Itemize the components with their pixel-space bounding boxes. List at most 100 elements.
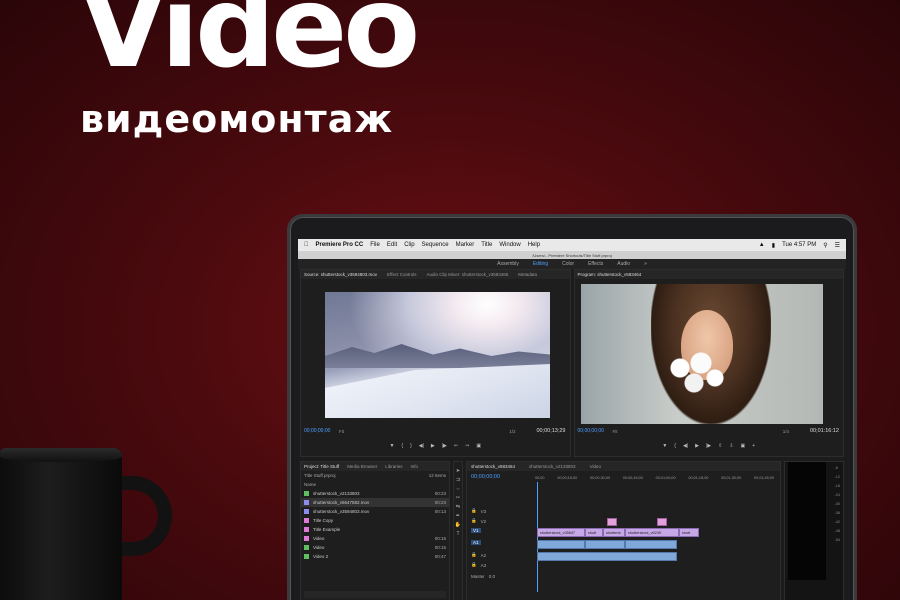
video-clip[interactable]: shutt [679,528,699,537]
program-zoom-select[interactable]: 1/4 [783,429,789,434]
menu-help[interactable]: Help [528,242,540,248]
master-track[interactable]: Master 0.0 [471,574,495,579]
workspace-color[interactable]: Color [562,261,574,267]
list-item[interactable]: Video 00:15 [301,543,449,552]
tab-project[interactable]: Project: Title Stuff [304,464,339,469]
workspace-editing[interactable]: Editing [533,261,548,267]
tab-media-browser[interactable]: Media Browser [347,464,377,469]
menubar-clock[interactable]: Tue 4:57 PM [782,242,816,248]
extract-icon[interactable]: ⇩ [729,443,733,449]
menu-file[interactable]: File [370,242,380,248]
track-v1[interactable]: V1 [471,528,481,533]
lock-icon[interactable]: 🔒 [471,518,477,524]
list-item[interactable]: shutterstock_v3594803.mov 00:13 [301,507,449,516]
tab-effect-controls[interactable]: Effect Controls [387,272,416,277]
list-item[interactable]: Title Example [301,525,449,534]
export-frame-icon[interactable]: ▣ [741,443,746,449]
selection-tool-icon[interactable]: ➤ [456,468,460,474]
go-to-in-icon[interactable]: } [410,443,412,449]
slip-tool-icon[interactable]: ⇆ [456,504,460,510]
menu-window[interactable]: Window [499,242,520,248]
menu-clip[interactable]: Clip [404,242,414,248]
wifi-icon[interactable]: ▲ [759,242,765,248]
menu-list-icon[interactable]: ☰ [835,242,840,249]
insert-icon[interactable]: ⇐ [454,443,458,449]
timeline-ruler[interactable]: 00;00 00;00;15;00 00;00;30;00 00;00;45;0… [535,476,774,480]
audio-clip[interactable] [585,540,625,549]
menu-title[interactable]: Title [481,242,492,248]
tab-info[interactable]: Info [410,464,418,469]
lock-icon[interactable]: 🔒 [471,552,477,558]
step-back-icon[interactable]: ◀| [419,443,424,449]
source-timecode[interactable]: 00;00;00;00 [304,428,330,434]
track-v3[interactable]: 🔒 V3 [471,508,486,514]
list-item[interactable]: Title Copy [301,516,449,525]
tab-program[interactable]: Program: shutterstock_v583464 [578,272,642,277]
video-clip[interactable]: shutterstock_v6239 [625,528,679,537]
overwrite-icon[interactable]: ⇒ [465,443,469,449]
source-fit-select[interactable]: Fit [339,429,344,434]
mark-out-icon[interactable]: { [401,443,403,449]
search-icon[interactable]: ⚲ [823,242,827,249]
battery-icon[interactable]: ▮ [772,242,775,249]
mark-out-icon[interactable]: { [674,443,676,449]
menu-sequence[interactable]: Sequence [422,242,449,248]
source-zoom-select[interactable]: 1/2 [509,429,515,434]
type-tool-icon[interactable]: T [456,531,459,537]
workspace-effects[interactable]: Effects [588,261,603,267]
step-back-icon[interactable]: ◀| [683,443,688,449]
play-icon[interactable]: ▶ [695,443,699,449]
apple-icon[interactable]:  [304,242,309,248]
track-a3[interactable]: 🔒 A3 [471,562,486,568]
tab-audio-clip-mixer[interactable]: Audio Clip Mixer: shutterstock_v3583466 [426,272,508,277]
video-clip[interactable]: shutterst [603,528,625,537]
list-item[interactable]: Video 2 00:47 [301,552,449,561]
track-select-tool-icon[interactable]: ⇉ [456,477,460,483]
hand-tool-icon[interactable]: ✋ [455,522,461,528]
step-forward-icon[interactable]: |▶ [706,443,711,449]
tab-metadata[interactable]: Metadata [518,272,537,277]
list-item[interactable]: Video 00:15 [301,534,449,543]
tab-sequence-3[interactable]: Video [590,464,601,469]
project-footer-toolbar[interactable] [304,591,446,598]
video-clip[interactable]: shutt [585,528,603,537]
program-timecode[interactable]: 00;00;00;00 [578,428,604,434]
program-fit-select[interactable]: Fit [613,429,618,434]
workspace-more-icon[interactable]: » [644,261,647,267]
razor-tool-icon[interactable]: ✂ [456,495,460,501]
title-clip[interactable] [657,518,667,526]
list-item[interactable]: shutterstock_v2133803 00:23 [301,489,449,498]
lock-icon[interactable]: 🔒 [471,562,477,568]
tab-sequence-2[interactable]: shutterstock_v2133803 [529,464,576,469]
audio-clip[interactable] [537,552,677,561]
mark-in-icon[interactable]: ▼ [662,443,667,449]
audio-clip[interactable] [537,540,585,549]
track-v2[interactable]: 🔒 V2 [471,518,486,524]
column-name[interactable]: Name [304,482,316,487]
tab-source[interactable]: Source: shutterstock_v3594803.mov [304,272,377,277]
lock-icon[interactable]: 🔒 [471,508,477,514]
track-a1[interactable]: A1 [471,540,481,545]
video-clip[interactable]: shutterstock_v35847 [537,528,585,537]
program-video-frame[interactable] [580,284,823,424]
mark-in-icon[interactable]: ▼ [389,443,394,449]
playhead[interactable] [537,482,538,592]
workspace-audio[interactable]: Audio [617,261,630,267]
source-video-frame[interactable] [325,292,550,418]
track-a2[interactable]: 🔒 A2 [471,552,486,558]
list-item[interactable]: shutterstock_v5647582.mov 00:23 [301,498,449,507]
workspace-assembly[interactable]: Assembly [497,261,519,267]
timeline-timecode[interactable]: 00;00;00;00 [471,474,500,480]
ripple-edit-tool-icon[interactable]: ⇔ [456,486,461,492]
play-icon[interactable]: ▶ [431,443,435,449]
menu-marker[interactable]: Marker [456,242,475,248]
add-button-icon[interactable]: + [752,443,755,449]
pen-tool-icon[interactable]: ✒ [456,513,460,519]
audio-clip[interactable] [625,540,677,549]
lift-icon[interactable]: ⇧ [718,443,722,449]
tab-libraries[interactable]: Libraries [385,464,402,469]
tab-sequence-1[interactable]: shutterstock_v583464 [471,464,515,469]
menu-app-name[interactable]: Premiere Pro CC [316,242,364,248]
menu-edit[interactable]: Edit [387,242,397,248]
step-forward-icon[interactable]: |▶ [442,443,447,449]
